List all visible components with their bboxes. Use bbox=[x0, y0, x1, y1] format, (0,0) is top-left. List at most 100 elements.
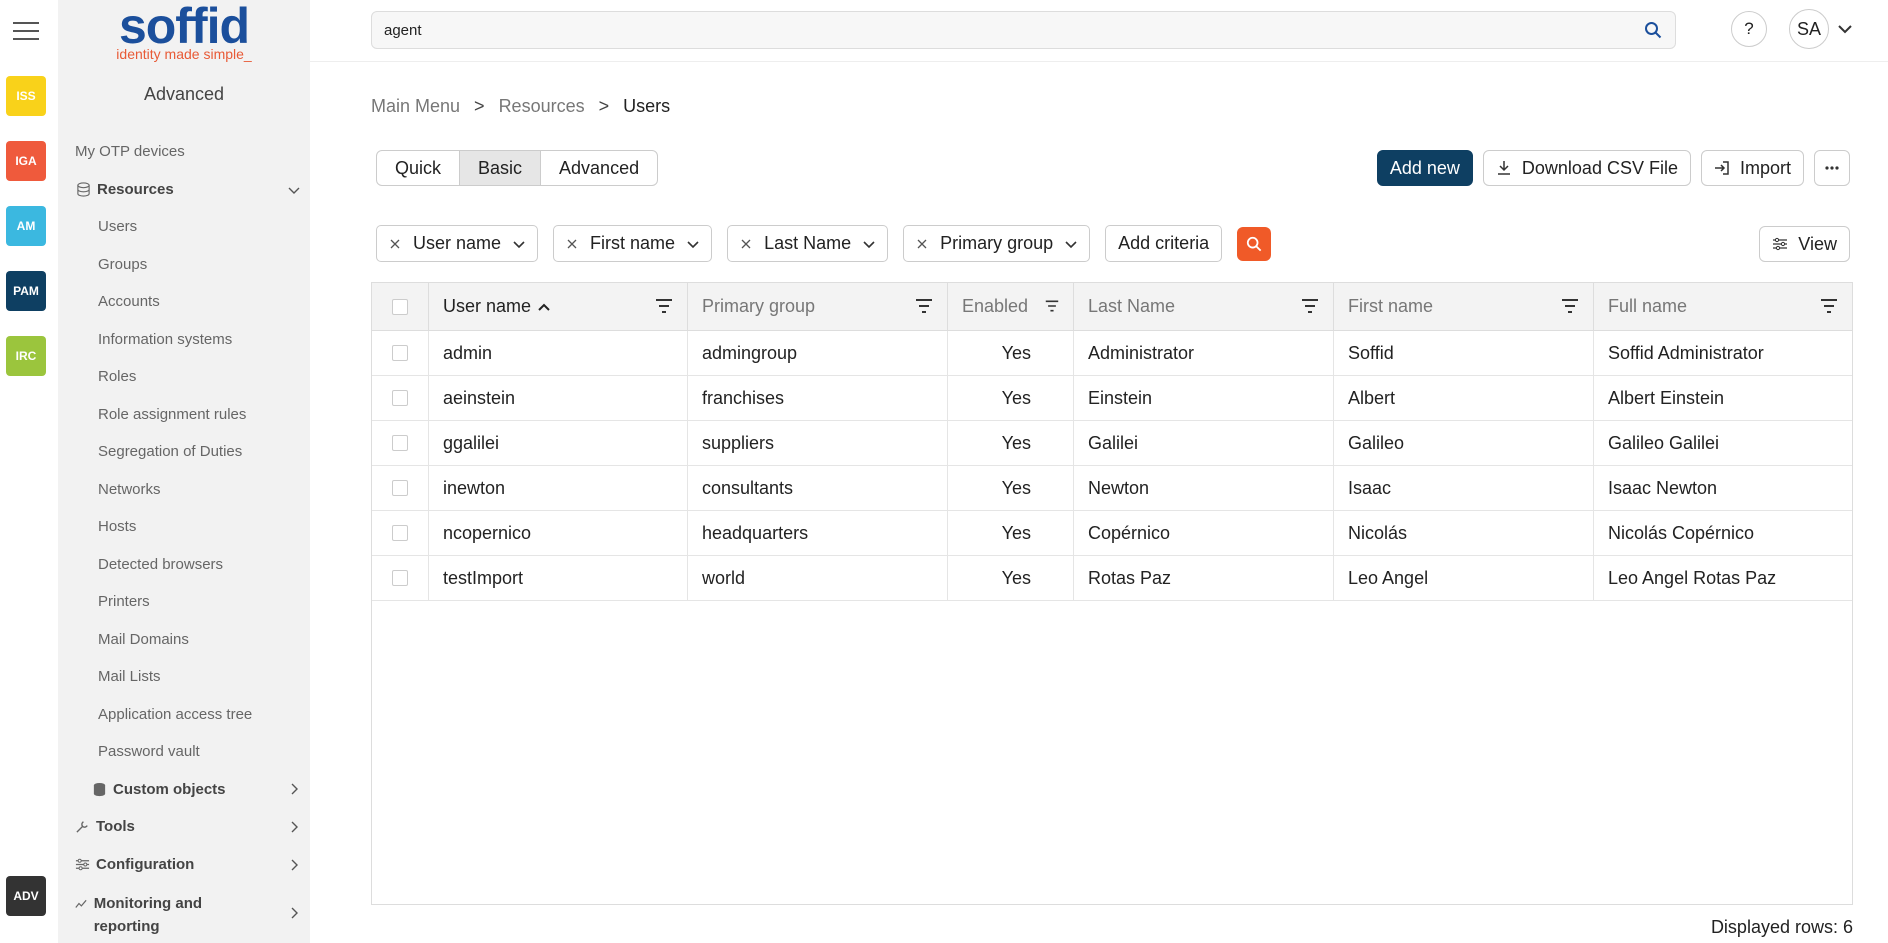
table-row[interactable]: inewton consultants Yes Newton Isaac Isa… bbox=[372, 466, 1852, 511]
sidebar-item-roles[interactable]: Roles bbox=[98, 368, 136, 385]
chevron-right-icon[interactable] bbox=[288, 783, 300, 795]
row-checkbox[interactable] bbox=[392, 570, 408, 586]
cell-full-name: Galileo Galilei bbox=[1608, 432, 1720, 453]
add-criteria-button[interactable]: Add criteria bbox=[1105, 225, 1223, 262]
row-checkbox[interactable] bbox=[392, 525, 408, 541]
filter-icon[interactable] bbox=[655, 298, 673, 314]
rail-am-button[interactable]: AM bbox=[6, 206, 46, 246]
select-all-checkbox[interactable] bbox=[392, 298, 408, 315]
filter-icon[interactable] bbox=[1301, 298, 1319, 314]
sidebar-item-mail-domains[interactable]: Mail Domains bbox=[98, 631, 189, 648]
table-row[interactable]: ncopernico headquarters Yes Copérnico Ni… bbox=[372, 511, 1852, 556]
chevron-right-icon[interactable] bbox=[288, 859, 300, 871]
table-row[interactable]: testImport world Yes Rotas Paz Leo Angel… bbox=[372, 556, 1852, 601]
column-last-name[interactable]: Last Name bbox=[1074, 283, 1334, 330]
chevron-right-icon[interactable] bbox=[288, 821, 300, 833]
row-checkbox[interactable] bbox=[392, 390, 408, 406]
row-checkbox[interactable] bbox=[392, 435, 408, 451]
criteria-first-name[interactable]: First name bbox=[553, 225, 713, 262]
search-criteria: User name First name Last Name Primary g… bbox=[376, 225, 1272, 262]
chevron-down-icon bbox=[687, 240, 699, 248]
app-rail: ISS IGA AM PAM IRC ADV bbox=[0, 0, 58, 943]
sidebar-item-users[interactable]: Users bbox=[98, 218, 137, 235]
column-primary-group[interactable]: Primary group bbox=[688, 283, 948, 330]
menu-icon[interactable] bbox=[13, 22, 39, 42]
filter-icon[interactable] bbox=[1045, 298, 1059, 314]
sidebar-item-hosts[interactable]: Hosts bbox=[98, 518, 136, 535]
more-options-button[interactable] bbox=[1814, 150, 1850, 186]
table-row[interactable]: aeinstein franchises Yes Einstein Albert… bbox=[372, 376, 1852, 421]
column-enabled[interactable]: Enabled bbox=[948, 283, 1074, 330]
tab-basic[interactable]: Basic bbox=[459, 151, 542, 185]
sidebar-section-tools[interactable]: Tools bbox=[75, 818, 135, 835]
cell-last-name: Administrator bbox=[1074, 331, 1334, 375]
sidebar-section-configuration[interactable]: Configuration bbox=[75, 856, 194, 873]
rail-iss-button[interactable]: ISS bbox=[6, 76, 46, 116]
search-input[interactable] bbox=[371, 11, 1676, 49]
sliders-icon bbox=[75, 858, 90, 871]
table-row[interactable]: admin admingroup Yes Administrator Soffi… bbox=[372, 331, 1852, 376]
view-button[interactable]: View bbox=[1759, 226, 1850, 262]
users-table: User name Primary group Enabled Last Nam… bbox=[371, 282, 1853, 905]
filter-icon[interactable] bbox=[1820, 298, 1838, 314]
search-icon[interactable] bbox=[1644, 21, 1662, 39]
close-icon[interactable] bbox=[566, 238, 578, 250]
chevron-down-icon[interactable] bbox=[1837, 22, 1853, 36]
sliders-icon bbox=[1773, 237, 1788, 251]
row-checkbox[interactable] bbox=[392, 480, 408, 496]
rail-iga-button[interactable]: IGA bbox=[6, 141, 46, 181]
row-checkbox[interactable] bbox=[392, 345, 408, 361]
chevron-down-icon[interactable] bbox=[288, 184, 300, 196]
sidebar-item-segregation-of-duties[interactable]: Segregation of Duties bbox=[98, 443, 242, 460]
filter-icon[interactable] bbox=[1561, 298, 1579, 314]
import-icon bbox=[1714, 161, 1729, 175]
import-button[interactable]: Import bbox=[1700, 150, 1804, 186]
cell-full-name: Albert Einstein bbox=[1608, 387, 1725, 408]
filter-icon[interactable] bbox=[915, 298, 933, 314]
avatar[interactable]: SA bbox=[1789, 9, 1829, 49]
close-icon[interactable] bbox=[389, 238, 401, 250]
run-search-button[interactable] bbox=[1237, 226, 1272, 261]
column-full-name[interactable]: Full name bbox=[1594, 283, 1852, 330]
search-icon bbox=[1247, 236, 1262, 251]
table-row[interactable]: ggalilei suppliers Yes Galilei Galileo G… bbox=[372, 421, 1852, 466]
download-csv-button[interactable]: Download CSV File bbox=[1482, 150, 1691, 186]
sidebar-item-information-systems[interactable]: Information systems bbox=[98, 331, 232, 348]
sidebar-section-custom-objects[interactable]: Custom objects bbox=[92, 781, 226, 798]
chevron-down-icon bbox=[513, 240, 525, 248]
sidebar-item-groups[interactable]: Groups bbox=[98, 256, 147, 273]
criteria-user-name[interactable]: User name bbox=[376, 225, 539, 262]
sidebar-item-password-vault[interactable]: Password vault bbox=[98, 743, 200, 760]
close-icon[interactable] bbox=[916, 238, 928, 250]
tab-advanced[interactable]: Advanced bbox=[541, 151, 657, 185]
criteria-last-name[interactable]: Last Name bbox=[727, 225, 889, 262]
tab-quick[interactable]: Quick bbox=[377, 151, 459, 185]
sidebar-item-application-access-tree[interactable]: Application access tree bbox=[98, 706, 252, 723]
rail-adv-button[interactable]: ADV bbox=[6, 876, 46, 916]
sidebar-section-monitoring[interactable]: Monitoring and reporting bbox=[75, 892, 245, 938]
table-header: User name Primary group Enabled Last Nam… bbox=[372, 283, 1852, 331]
chevron-right-icon[interactable] bbox=[288, 907, 300, 919]
sidebar-section-resources[interactable]: Resources bbox=[76, 181, 174, 198]
sidebar-item-role-assignment-rules[interactable]: Role assignment rules bbox=[98, 406, 246, 423]
search-mode-tabs: Quick Basic Advanced bbox=[376, 150, 659, 186]
close-icon[interactable] bbox=[740, 238, 752, 250]
breadcrumb-main-menu[interactable]: Main Menu bbox=[371, 96, 460, 117]
help-button[interactable]: ? bbox=[1731, 11, 1767, 47]
sidebar-item-mail-lists[interactable]: Mail Lists bbox=[98, 668, 161, 685]
breadcrumb-resources[interactable]: Resources bbox=[499, 96, 585, 117]
rail-irc-button[interactable]: IRC bbox=[6, 336, 46, 376]
row-select-cell bbox=[372, 556, 429, 600]
sidebar-item-networks[interactable]: Networks bbox=[98, 481, 161, 498]
add-new-button[interactable]: Add new bbox=[1376, 150, 1473, 186]
criteria-primary-group[interactable]: Primary group bbox=[903, 225, 1091, 262]
sidebar-item-detected-browsers[interactable]: Detected browsers bbox=[98, 556, 223, 573]
column-first-name[interactable]: First name bbox=[1334, 283, 1594, 330]
sidebar-item-printers[interactable]: Printers bbox=[98, 593, 150, 610]
column-user-name[interactable]: User name bbox=[429, 283, 688, 330]
sidebar-item-accounts[interactable]: Accounts bbox=[98, 293, 160, 310]
sidebar-item-otp[interactable]: My OTP devices bbox=[75, 143, 185, 160]
row-select-cell bbox=[372, 511, 429, 555]
rail-pam-button[interactable]: PAM bbox=[6, 271, 46, 311]
cell-last-name: Copérnico bbox=[1074, 511, 1334, 555]
